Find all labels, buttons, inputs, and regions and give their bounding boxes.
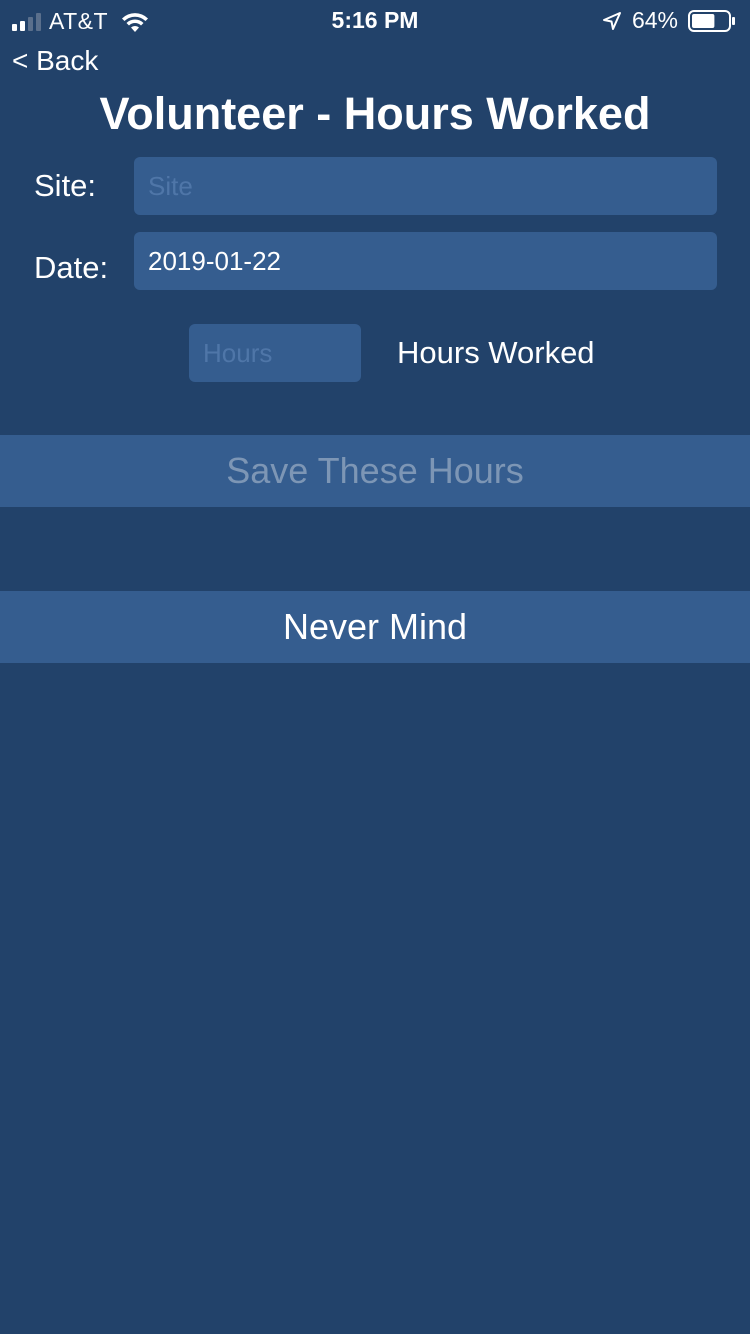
hours-worked-label: Hours Worked — [397, 335, 595, 370]
battery-percent: 64% — [631, 7, 678, 33]
date-input[interactable] — [134, 232, 717, 290]
never-mind-button[interactable]: Never Mind — [0, 591, 750, 663]
status-bar: AT&T 5:16 PM 64% — [0, 0, 750, 40]
site-label: Site: — [34, 168, 97, 203]
page-title: Volunteer - Hours Worked — [99, 88, 651, 139]
status-right: 64% — [602, 7, 736, 34]
back-button[interactable]: < Back — [12, 45, 98, 77]
location-arrow-icon — [602, 11, 621, 30]
hours-input[interactable] — [189, 324, 361, 382]
battery-icon — [688, 9, 735, 32]
date-label: Date: — [34, 250, 109, 285]
site-input[interactable] — [134, 157, 717, 215]
save-hours-button[interactable]: Save These Hours — [0, 435, 750, 507]
